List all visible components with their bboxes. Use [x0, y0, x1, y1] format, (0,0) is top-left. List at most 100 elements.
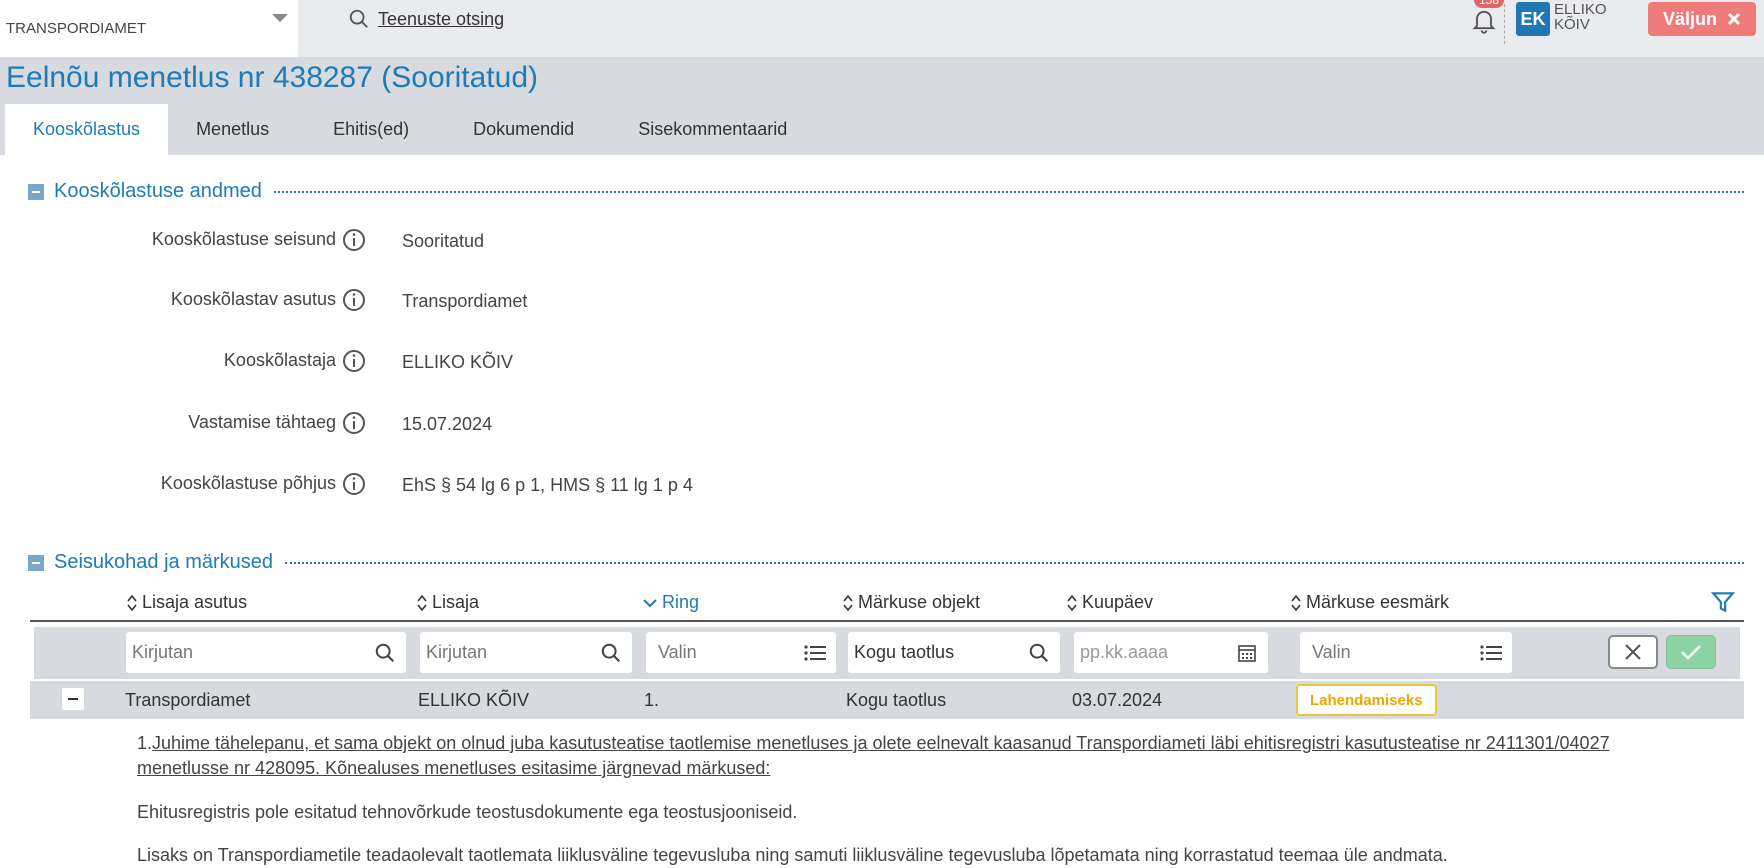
field-value: Sooritatud — [402, 231, 485, 251]
user-last-name: KÕIV — [1554, 16, 1590, 33]
field-label: Kooskõlastav asutus — [170, 289, 336, 309]
tab-bar: Kooskõlastus Menetlus Ehitis(ed) Dokumen… — [5, 104, 823, 155]
column-label: Lisaja — [432, 592, 480, 612]
table-header: Lisaja asutus Lisaja Ring Märkuse objekt… — [30, 588, 1744, 622]
logout-button[interactable]: Väljun — [1648, 2, 1756, 36]
list-icon — [804, 644, 826, 661]
field-row-seisund: Kooskõlastuse seisund Sooritatud — [0, 229, 900, 259]
table-row[interactable]: Transpordiamet ELLIKO KÕIV 1. Kogu taotl… — [30, 681, 1744, 719]
column-label: Märkuse eesmärk — [1306, 592, 1450, 612]
tab-ehitised[interactable]: Ehitis(ed) — [305, 104, 445, 155]
cell-ring: 1. — [644, 690, 660, 710]
filter-icon[interactable] — [1710, 588, 1736, 616]
user-name[interactable]: ELLIKO KÕIV — [1554, 2, 1607, 32]
collapse-icon[interactable] — [28, 554, 44, 571]
search-icon — [1029, 643, 1049, 662]
info-icon[interactable] — [342, 228, 366, 252]
search-icon — [375, 643, 395, 662]
field-label: Kooskõlastuse põhjus — [160, 473, 336, 493]
filter-placeholder: Valin — [1312, 642, 1351, 662]
column-header-lisaja[interactable]: Lisaja — [416, 592, 479, 613]
column-header-markuse-eesmark[interactable]: Märkuse eesmärk — [1290, 592, 1449, 613]
bell-icon[interactable] — [1470, 6, 1498, 34]
service-search-label: Teenuste otsing — [378, 8, 505, 29]
cell-lisaja: ELLIKO KÕIV — [418, 690, 530, 710]
column-header-ring[interactable]: Ring — [642, 592, 699, 613]
filter-lisaja-input[interactable]: Kirjutan — [420, 632, 632, 673]
close-icon — [1727, 12, 1741, 26]
filter-row: Kirjutan Kirjutan Valin Kogu taotlus pp.… — [34, 627, 1740, 679]
user-first-name: ELLIKO — [1554, 1, 1607, 18]
divider — [1504, 4, 1505, 44]
clear-filters-button[interactable] — [1608, 635, 1658, 669]
calendar-icon — [1238, 644, 1256, 662]
divider — [273, 190, 1744, 193]
divider — [285, 561, 1744, 564]
collapse-icon[interactable] — [28, 183, 44, 200]
organization-select[interactable]: TRANSPORDIAMET — [0, 0, 298, 57]
filter-markuse-objekt-input[interactable]: Kogu taotlus — [848, 632, 1060, 673]
sort-icon — [1291, 594, 1301, 611]
page-title: Eelnõu menetlus nr 438287 (Sooritatud) — [6, 61, 539, 94]
page-header: Eelnõu menetlus nr 438287 (Sooritatud) K… — [0, 57, 1764, 155]
field-label: Kooskõlastaja — [223, 350, 336, 370]
tab-sisekommentaarid[interactable]: Sisekommentaarid — [610, 104, 823, 155]
filter-ring-select[interactable]: Valin — [646, 632, 836, 673]
apply-filters-button[interactable] — [1666, 635, 1716, 669]
tab-kooskolastus[interactable]: Kooskõlastus — [5, 104, 169, 155]
filter-placeholder: Valin — [658, 642, 697, 662]
column-header-lisaja-asutus[interactable]: Lisaja asutus — [126, 592, 247, 613]
field-row-tahtaeg: Vastamise tähtaeg 15.07.2024 — [0, 412, 900, 442]
field-label: Kooskõlastuse seisund — [151, 229, 336, 249]
filter-kuupaev-input[interactable]: pp.kk.aaaa — [1074, 632, 1268, 673]
column-label: Ring — [662, 592, 700, 612]
section-title: Kooskõlastuse andmed — [54, 180, 262, 202]
list-icon — [1480, 644, 1502, 661]
service-search-link[interactable]: Teenuste otsing — [348, 6, 504, 32]
column-header-kuupaev[interactable]: Kuupäev — [1066, 592, 1153, 613]
check-icon — [1681, 645, 1701, 660]
sort-icon — [1067, 594, 1077, 611]
avatar[interactable]: EK — [1516, 2, 1550, 36]
filter-markuse-eesmark-select[interactable]: Valin — [1300, 632, 1512, 673]
chevron-down-icon — [643, 598, 657, 607]
filter-placeholder: Kirjutan — [426, 642, 488, 662]
column-label: Kuupäev — [1082, 592, 1154, 612]
top-bar: TRANSPORDIAMET Teenuste otsing 158 EK EL… — [0, 0, 1764, 57]
field-label: Vastamise tähtaeg — [188, 412, 336, 432]
column-label: Märkuse objekt — [858, 592, 981, 612]
notification-count-badge: 158 — [1474, 0, 1505, 8]
field-value: EhS § 54 lg 6 p 1, HMS § 11 lg 1 p 4 — [402, 475, 693, 495]
comment-link[interactable]: Juhime tähelepanu, et sama objekt on oln… — [137, 733, 1610, 778]
comment-paragraph-1: 1.Juhime tähelepanu, et sama objekt on o… — [137, 731, 1677, 781]
section-header-kooskolastuse-andmed: Kooskõlastuse andmed — [28, 180, 1744, 203]
tab-dokumendid[interactable]: Dokumendid — [445, 104, 610, 155]
chevron-down-icon — [272, 14, 288, 22]
cell-asutus: Transpordiamet — [125, 690, 251, 710]
status-badge: Lahendamiseks — [1296, 684, 1437, 716]
filter-placeholder: Kirjutan — [132, 642, 194, 662]
search-icon — [349, 9, 368, 28]
filter-placeholder: pp.kk.aaaa — [1080, 642, 1169, 662]
sort-icon — [127, 594, 137, 611]
section-header-seisukohad: Seisukohad ja märkused — [28, 551, 1744, 574]
comment-number: 1. — [137, 733, 153, 753]
cell-objekt: Kogu taotlus — [846, 690, 947, 710]
cell-kuupaev: 03.07.2024 — [1072, 690, 1163, 710]
section-title: Seisukohad ja märkused — [54, 551, 274, 573]
close-icon — [1625, 644, 1641, 660]
logout-label: Väljun — [1662, 8, 1717, 29]
info-icon[interactable] — [342, 411, 366, 435]
sort-icon — [843, 594, 853, 611]
row-collapse-button[interactable] — [62, 688, 84, 710]
column-header-markuse-objekt[interactable]: Märkuse objekt — [842, 592, 980, 613]
info-icon[interactable] — [342, 349, 366, 373]
comment-paragraph-2: Ehitusregistris pole esitatud tehnovõrku… — [137, 802, 798, 822]
sort-icon — [417, 594, 427, 611]
tab-menetlus[interactable]: Menetlus — [168, 104, 305, 155]
column-label: Lisaja asutus — [142, 592, 248, 612]
filter-lisaja-asutus-input[interactable]: Kirjutan — [126, 632, 406, 673]
field-value: ELLIKO KÕIV — [402, 352, 514, 372]
info-icon[interactable] — [342, 472, 366, 496]
info-icon[interactable] — [342, 288, 366, 312]
